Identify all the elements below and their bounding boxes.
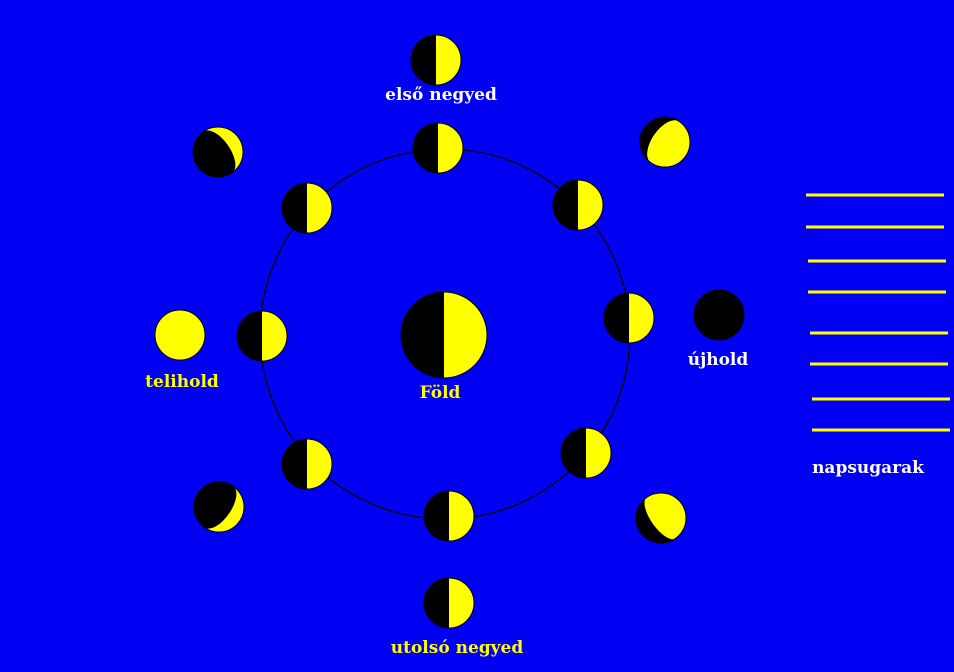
orbit-moon-bottom-left: [281, 438, 333, 490]
orbit-moon-left: [236, 310, 288, 362]
label-new-moon: újhold: [687, 350, 749, 370]
phase-new-moon: [693, 289, 745, 341]
orbit-moon-top-left: [281, 182, 333, 234]
phase-last-quarter: [423, 577, 475, 629]
orbit-moon-bottom-right: [560, 427, 612, 479]
orbit-moon-right: [603, 292, 655, 344]
orbit-moon-bottom: [423, 490, 475, 542]
label-full-moon: telihold: [145, 372, 219, 392]
label-last-quarter: utolsó negyed: [390, 638, 524, 658]
phase-full-moon: [154, 309, 206, 361]
orbit-moon-top: [412, 122, 464, 174]
phase-waning-gibbous-bottom-right: [635, 492, 687, 544]
phase-waxing-crescent: [639, 116, 691, 168]
earth-globe: [400, 291, 488, 379]
phase-waning-gibbous-bottom-left: [193, 481, 245, 533]
phase-waxing-gibbous-top-left: [192, 126, 244, 178]
phase-first-quarter: [410, 34, 462, 86]
sun-rays: [806, 193, 950, 432]
orbit-moon-top-right: [552, 179, 604, 231]
label-sun-rays: napsugarak: [812, 458, 924, 478]
label-first-quarter: első negyed: [385, 85, 497, 105]
label-earth: Föld: [419, 383, 461, 403]
moon-phases-diagram: első negyed Föld telihold újhold napsuga…: [0, 0, 954, 672]
